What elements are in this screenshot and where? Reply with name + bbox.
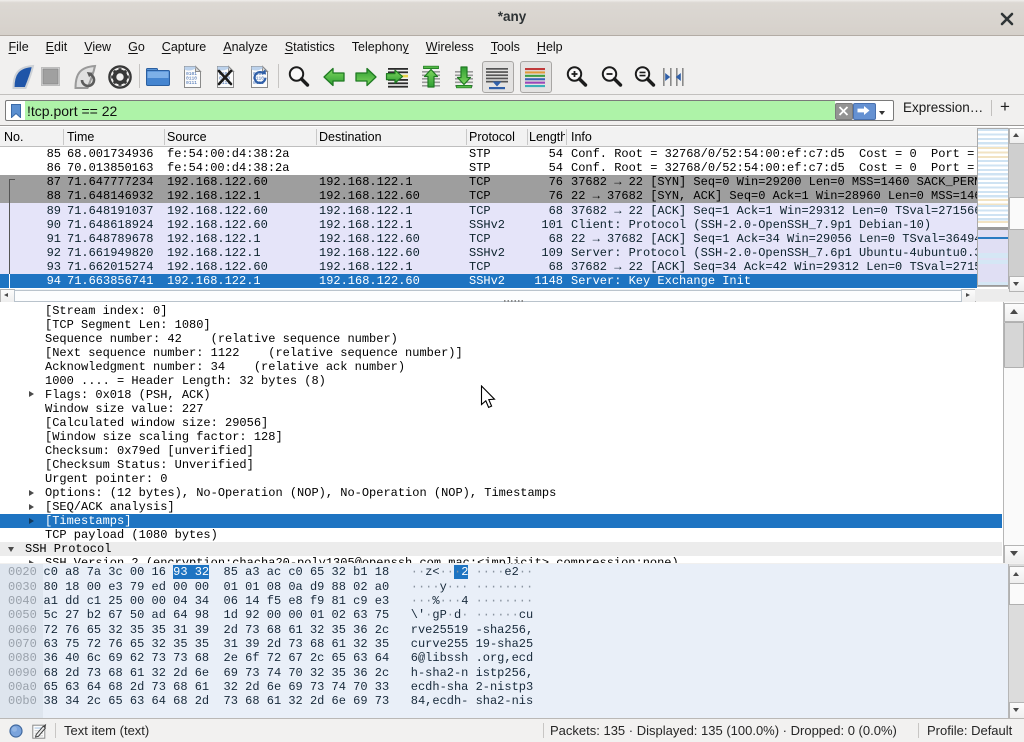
svg-text:0111: 0111 <box>186 80 197 86</box>
